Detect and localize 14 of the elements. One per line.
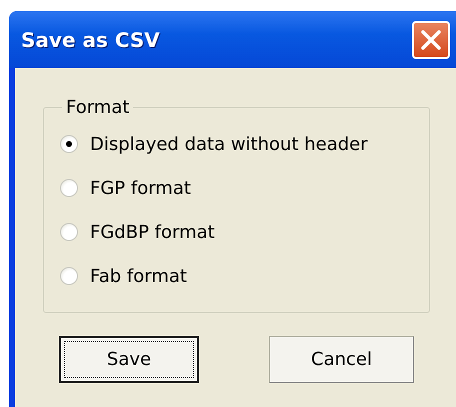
dialog-button[interactable]: Cancel: [269, 336, 414, 383]
radio-option[interactable]: FGdBP format: [60, 210, 215, 254]
radio-button[interactable]: [60, 179, 78, 197]
radio-button[interactable]: [60, 267, 78, 285]
radio-option[interactable]: Fab format: [60, 254, 187, 298]
close-button[interactable]: [412, 20, 450, 58]
radio-button[interactable]: [60, 223, 78, 241]
group-label: Format: [65, 97, 130, 118]
window-title: Save as CSV: [21, 28, 160, 52]
radio-button[interactable]: [60, 135, 78, 153]
dialog-button[interactable]: Save: [59, 336, 199, 383]
close-icon: [420, 28, 442, 50]
radio-option[interactable]: FGP format: [60, 166, 191, 210]
radio-option[interactable]: Displayed data without header: [60, 122, 368, 166]
